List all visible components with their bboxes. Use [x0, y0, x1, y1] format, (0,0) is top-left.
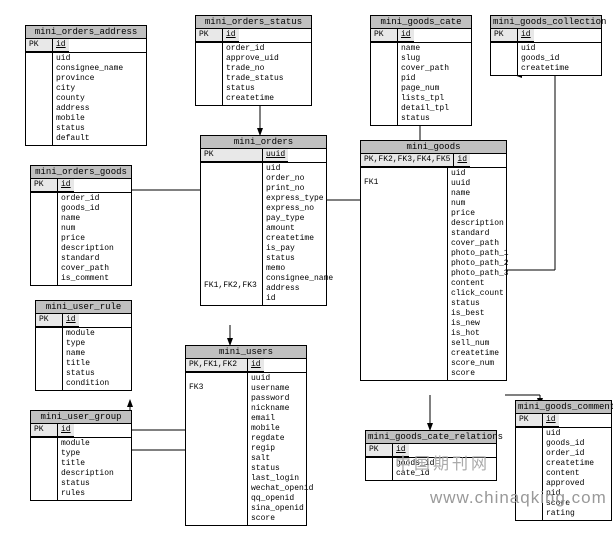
table-user-rule: mini_user_rule PKid moduletypenametitles… [35, 300, 132, 391]
table-title: mini_orders_address [26, 26, 146, 39]
table-orders-address: mini_orders_address PKid uidconsignee_na… [25, 25, 147, 146]
table-goods-cate: mini_goods_cate PKid nameslugcover_pathp… [370, 15, 472, 126]
table-orders-status: mini_orders_status PKid order_idapprove_… [195, 15, 312, 106]
table-orders: mini_orders PKuuid FK1,FK2,FK3uidorder_n… [200, 135, 327, 306]
table-goods-collection: mini_goods_collection PKid uidgoods_idcr… [490, 15, 602, 76]
table-goods: mini_goods PK,FK2,FK3,FK4,FK5id FK1uiduu… [360, 140, 507, 381]
table-user-group: mini_user_group PKid moduletypetitledesc… [30, 410, 132, 501]
watermark-text: 中国期刊网 [395, 450, 490, 474]
watermark-url: www.chinaqking.com [430, 488, 607, 508]
table-users: mini_users PK,FK1,FK2id FK3uuidusernamep… [185, 345, 307, 526]
fields-list: uidconsignee_nameprovincecitycountyaddre… [53, 53, 126, 145]
table-orders-goods: mini_orders_goods PKid order_idgoods_idn… [30, 165, 132, 286]
